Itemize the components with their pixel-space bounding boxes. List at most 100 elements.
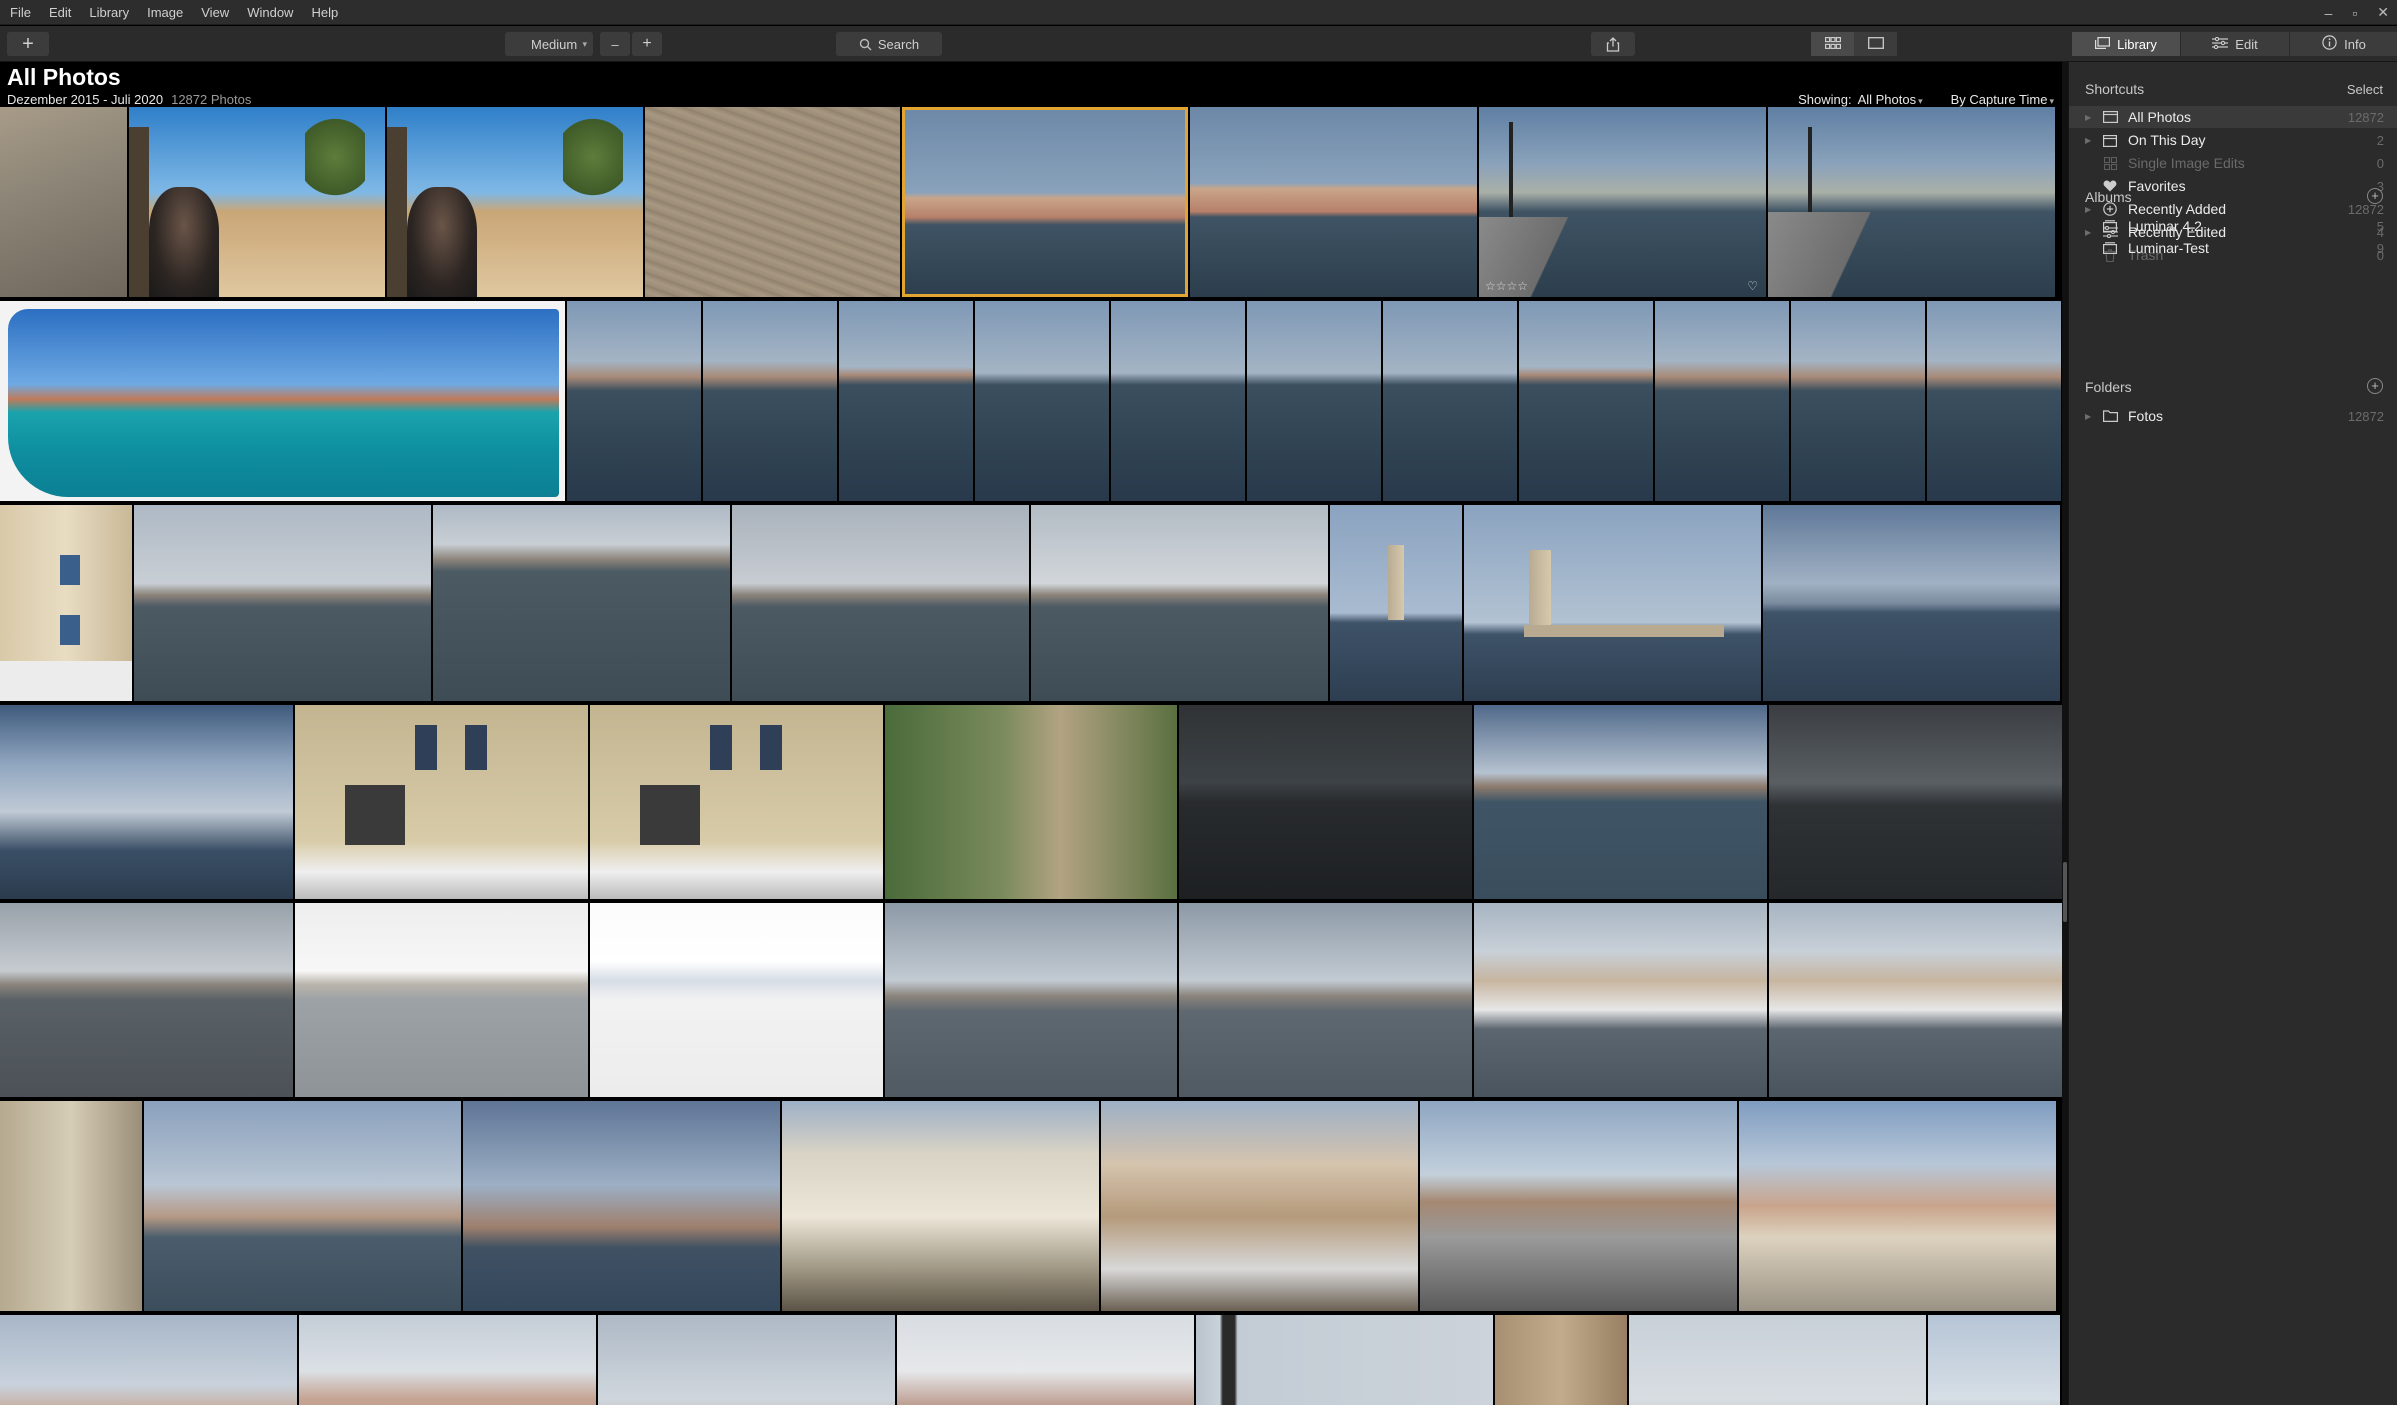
add-folder-icon[interactable]: + xyxy=(2367,378,2383,394)
photo-thumbnail[interactable] xyxy=(0,705,293,899)
showing-filter-dropdown[interactable]: All Photos xyxy=(1858,92,1923,107)
folders-item-fotos[interactable]: ▶ Fotos 12872 xyxy=(2069,405,2397,427)
shortcuts-item-single-image-edits[interactable]: Single Image Edits 0 xyxy=(2069,152,2397,174)
photo-thumbnail[interactable] xyxy=(782,1101,1099,1311)
expand-triangle-icon[interactable]: ▶ xyxy=(2085,136,2101,145)
minimize-icon[interactable]: – xyxy=(2325,5,2333,21)
photo-thumbnail[interactable] xyxy=(0,301,565,501)
shortcuts-item-all-photos[interactable]: ▶ All Photos 12872 xyxy=(2069,106,2397,128)
photo-thumbnail[interactable] xyxy=(0,1101,142,1311)
photo-thumbnail[interactable] xyxy=(1101,1101,1418,1311)
thumbnail-size-select[interactable]: Medium ▾ xyxy=(505,32,593,56)
photo-thumbnail[interactable] xyxy=(295,705,588,899)
photo-thumbnail[interactable] xyxy=(1739,1101,2056,1311)
menu-window[interactable]: Window xyxy=(238,0,302,25)
photo-thumbnail[interactable] xyxy=(598,1315,895,1405)
menu-file[interactable]: File xyxy=(0,0,40,25)
single-view-button[interactable] xyxy=(1854,32,1897,56)
photo-thumbnail[interactable] xyxy=(897,1315,1194,1405)
photo-thumbnail[interactable] xyxy=(1196,1315,1493,1405)
photo-thumbnail[interactable] xyxy=(1763,505,2060,701)
photo-thumbnail[interactable] xyxy=(387,107,643,297)
heart-icon[interactable]: ♡ xyxy=(1747,279,1758,293)
photo-thumbnail[interactable] xyxy=(1179,705,1472,899)
photo-thumbnail[interactable]: ☆☆☆☆ ♡ xyxy=(1479,107,1766,297)
scrollbar-thumb[interactable] xyxy=(2063,862,2067,922)
thumbnail-size-value: Medium xyxy=(531,36,578,52)
tab-edit[interactable]: Edit xyxy=(2181,32,2290,56)
photo-thumbnail[interactable] xyxy=(1190,107,1477,297)
photo-thumbnail[interactable] xyxy=(732,505,1029,701)
photo-thumbnail[interactable] xyxy=(1655,301,1789,501)
photo-thumbnail[interactable] xyxy=(1474,903,1767,1097)
photo-thumbnail[interactable] xyxy=(1179,903,1472,1097)
albums-item-luminar-test[interactable]: Luminar-Test 9 xyxy=(2069,237,2397,259)
photo-thumbnail[interactable] xyxy=(1031,505,1328,701)
menu-edit[interactable]: Edit xyxy=(40,0,80,25)
photo-thumbnail[interactable] xyxy=(1928,1315,2060,1405)
photo-thumbnail[interactable] xyxy=(975,301,1109,501)
photo-thumbnail[interactable] xyxy=(463,1101,780,1311)
photo-thumbnail-selected[interactable] xyxy=(902,107,1188,297)
menu-image[interactable]: Image xyxy=(138,0,192,25)
shortcuts-item-count: 12872 xyxy=(2347,109,2384,125)
photo-thumbnail[interactable] xyxy=(0,505,132,701)
menu-library[interactable]: Library xyxy=(80,0,138,25)
menu-view[interactable]: View xyxy=(192,0,238,25)
photo-thumbnail[interactable] xyxy=(1629,1315,1926,1405)
photo-thumbnail[interactable] xyxy=(703,301,837,501)
maximize-icon[interactable]: ▫ xyxy=(2352,5,2357,21)
photo-thumbnail[interactable] xyxy=(885,903,1177,1097)
grid-view-button[interactable] xyxy=(1811,32,1854,56)
share-icon xyxy=(1606,36,1620,52)
expand-triangle-icon[interactable]: ▶ xyxy=(2085,113,2101,122)
photo-thumbnail[interactable] xyxy=(1330,505,1462,701)
sort-dropdown[interactable]: By Capture Time xyxy=(1951,92,2054,107)
photo-thumbnail[interactable] xyxy=(1464,505,1761,701)
photo-thumbnail[interactable] xyxy=(1383,301,1517,501)
photo-thumbnail[interactable] xyxy=(433,505,730,701)
photo-thumbnail[interactable] xyxy=(1474,705,1767,899)
photo-thumbnail[interactable] xyxy=(1768,107,2055,297)
photo-thumbnail[interactable] xyxy=(590,903,883,1097)
select-button[interactable]: Select xyxy=(2347,82,2383,97)
add-photos-button[interactable]: + xyxy=(7,32,49,56)
photo-thumbnail[interactable] xyxy=(567,301,701,501)
photo-thumbnail[interactable] xyxy=(1111,301,1245,501)
close-icon[interactable]: ✕ xyxy=(2377,4,2389,21)
photo-thumbnail[interactable] xyxy=(1420,1101,1737,1311)
photo-thumbnail[interactable] xyxy=(295,903,588,1097)
luminar-app: File Edit Library Image View Window Help… xyxy=(0,0,2397,1405)
photo-thumbnail[interactable] xyxy=(1769,705,2062,899)
menu-help[interactable]: Help xyxy=(302,0,347,25)
photo-thumbnail[interactable] xyxy=(0,903,293,1097)
photo-thumbnail[interactable] xyxy=(1791,301,1925,501)
add-album-icon[interactable]: + xyxy=(2367,188,2383,204)
photo-thumbnail[interactable] xyxy=(1769,903,2062,1097)
minus-icon: – xyxy=(611,36,619,52)
photo-thumbnail[interactable] xyxy=(129,107,385,297)
photo-thumbnail[interactable] xyxy=(1495,1315,1627,1405)
photo-thumbnail[interactable] xyxy=(645,107,900,297)
expand-triangle-icon[interactable]: ▶ xyxy=(2085,205,2101,214)
photo-thumbnail[interactable] xyxy=(839,301,973,501)
tab-info[interactable]: Info xyxy=(2290,32,2397,56)
albums-item-luminar-4-2[interactable]: Luminar 4.2 5 xyxy=(2069,215,2397,237)
photo-thumbnail[interactable] xyxy=(1927,301,2061,501)
search-input[interactable]: Search xyxy=(836,32,942,56)
photo-thumbnail[interactable] xyxy=(0,107,127,297)
photo-thumbnail[interactable] xyxy=(1519,301,1653,501)
share-button[interactable] xyxy=(1591,32,1635,56)
photo-thumbnail[interactable] xyxy=(299,1315,596,1405)
shortcuts-item-on-this-day[interactable]: ▶ On This Day 2 xyxy=(2069,129,2397,151)
photo-thumbnail[interactable] xyxy=(144,1101,461,1311)
expand-triangle-icon[interactable]: ▶ xyxy=(2085,412,2101,421)
zoom-out-button[interactable]: – xyxy=(600,32,630,56)
photo-thumbnail[interactable] xyxy=(885,705,1177,899)
photo-thumbnail[interactable] xyxy=(1247,301,1381,501)
zoom-in-button[interactable]: + xyxy=(632,32,662,56)
photo-thumbnail[interactable] xyxy=(590,705,883,899)
tab-library[interactable]: Library xyxy=(2072,32,2181,56)
photo-thumbnail[interactable] xyxy=(134,505,431,701)
photo-thumbnail[interactable] xyxy=(0,1315,297,1405)
